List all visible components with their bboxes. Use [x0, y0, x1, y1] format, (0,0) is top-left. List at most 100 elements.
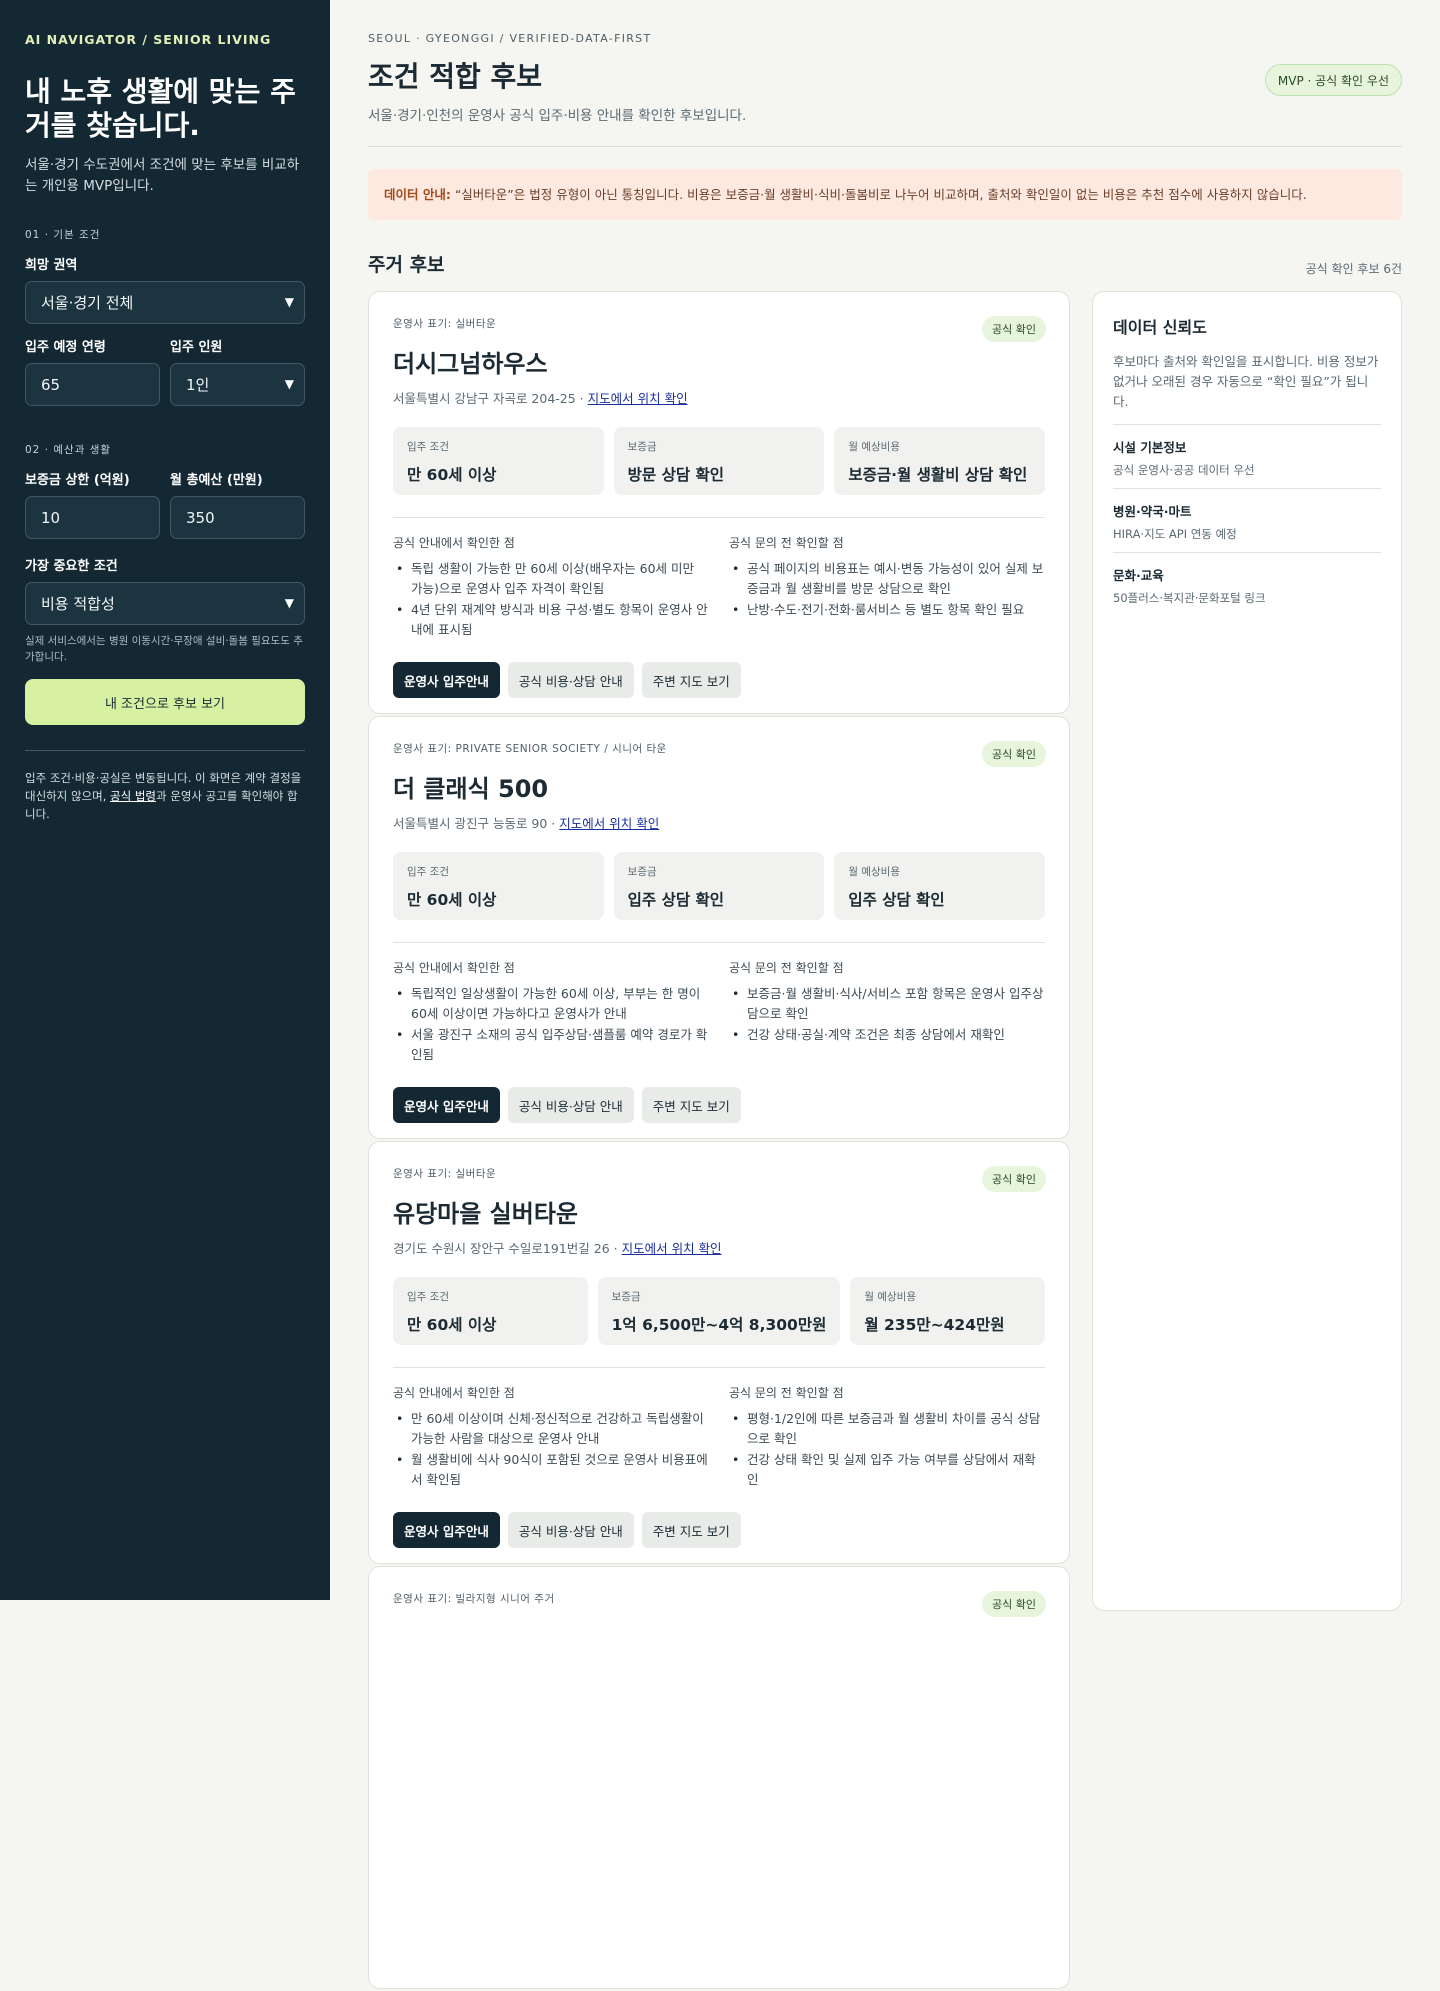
- notice-text: “실버타운”은 법정 유형이 아닌 통칭입니다. 비용은 보증금·월 생활비·식…: [450, 187, 1307, 202]
- fact-deposit: 보증금 1억 6,500만~4억 8,300만원: [597, 1277, 841, 1345]
- people-label: 입주 인원: [170, 340, 223, 355]
- sidebar-disclaimer: 입주 조건·비용·공실은 변동됩니다. 이 화면은 계약 결정을 대신하지 않으…: [25, 769, 305, 823]
- reliability-item-value: 공식 운영사·공공 데이터 우선: [1113, 463, 1255, 477]
- confirmed-notes: 공식 안내에서 확인한 점 만 60세 이상이며 신체·정신적으로 건강하고 독…: [393, 1384, 709, 1500]
- candidate-card: 운영사 표기: 빌라지형 시니어 주거 공식 확인: [368, 1566, 1070, 1989]
- fact-deposit: 보증금 방문 상담 확인: [613, 427, 825, 495]
- map-link[interactable]: 지도에서 위치 확인: [559, 816, 659, 831]
- region-label: 희망 권역: [25, 258, 78, 273]
- check-heading: 공식 문의 전 확인할 점: [729, 1386, 844, 1400]
- fact-monthly-cost: 월 예상비용 보증금·월 생활비 상담 확인: [834, 427, 1046, 495]
- fact-deposit: 보증금입주 상담 확인: [613, 852, 825, 920]
- reliability-item-value: 50플러스·복지관·문화포털 링크: [1113, 591, 1266, 605]
- confirmed-notes: 공식 안내에서 확인한 점 독립 생활이 가능한 만 60세 이상(배우자는 6…: [393, 534, 709, 650]
- age-input-value: 65: [41, 375, 61, 394]
- show-candidates-button[interactable]: 내 조건으로 후보 보기: [25, 679, 305, 725]
- reliability-item-title: 병원·약국·마트: [1113, 504, 1192, 519]
- list-item: 건강 상태·공실·계약 조건은 최종 상담에서 재확인: [729, 1025, 1045, 1045]
- official-law-link[interactable]: 공식 법령: [110, 789, 156, 803]
- notice-label: 데이터 안내:: [384, 187, 451, 202]
- monthly-label: 월 총예산 (만원): [170, 473, 263, 488]
- people-select[interactable]: 1인 ▼: [170, 363, 305, 406]
- fact-key: 보증금: [627, 866, 657, 878]
- nearby-map-button[interactable]: 주변 지도 보기: [641, 1087, 741, 1123]
- map-link[interactable]: 지도에서 위치 확인: [622, 1241, 722, 1256]
- check-heading: 공식 문의 전 확인할 점: [729, 961, 844, 975]
- operator-label: 운영사 표기: 빌라지형 시니어 주거: [393, 1593, 555, 1605]
- candidate-title: 더 클래식 500: [393, 775, 549, 803]
- region-select-value: 서울·경기 전체: [41, 294, 134, 312]
- page-title: 조건 적합 후보: [368, 60, 543, 93]
- page-subtitle: 서울·경기·인천의 운영사 공식 입주·비용 안내를 확인한 후보입니다.: [368, 108, 747, 124]
- card-divider: [393, 1367, 1045, 1368]
- list-item: 월 생활비에 식사 90식이 포함된 것으로 운영사 비용표에서 확인됨: [393, 1450, 709, 1490]
- candidate-title: 더시그넘하우스: [393, 350, 548, 378]
- list-item: 평형·1/2인에 따른 보증금과 월 생활비 차이를 공식 상담으로 확인: [729, 1409, 1045, 1449]
- fact-eligibility: 입주 조건 만 60세 이상: [393, 427, 604, 495]
- age-label: 입주 예정 연령: [25, 340, 106, 355]
- candidate-card: 운영사 표기: 실버타운 공식 확인 유당마을 실버타운 경기도 수원시 장안구…: [368, 1141, 1070, 1564]
- candidate-card: 운영사 표기: PRIVATE SENIOR SOCIETY / 시니어 타운 …: [368, 716, 1070, 1139]
- candidate-title: 유당마을 실버타운: [393, 1200, 578, 1228]
- fact-key: 보증금: [627, 441, 657, 453]
- operator-label: 운영사 표기: PRIVATE SENIOR SOCIETY / 시니어 타운: [393, 743, 667, 755]
- list-item: 4년 단위 재계약 방식과 비용 구성·별도 항목이 운영사 안내에 표시됨: [393, 600, 709, 640]
- candidates-heading: 주거 후보: [368, 254, 445, 276]
- monthly-input[interactable]: 350: [170, 496, 305, 539]
- fact-monthly-cost: 월 예상비용 월 235만~424만원: [850, 1277, 1045, 1345]
- chevron-down-icon: ▼: [284, 295, 294, 309]
- sidebar-title: 내 노후 생활에 맞는 주거를 찾습니다.: [25, 75, 296, 142]
- list-item: 난방·수도·전기·전화·룸서비스 등 별도 항목 확인 필요: [729, 600, 1045, 620]
- data-reliability-panel: 데이터 신뢰도 후보마다 출처와 확인일을 표시합니다. 비용 정보가 없거나 …: [1092, 291, 1402, 1611]
- sidebar-description: 서울·경기 수도권에서 조건에 맞는 후보를 비교하는 개인용 MVP입니다.: [25, 157, 300, 194]
- priority-select-value: 비용 적합성: [41, 595, 115, 613]
- deposit-input-value: 10: [41, 508, 61, 527]
- priority-select[interactable]: 비용 적합성 ▼: [25, 582, 305, 625]
- region-select[interactable]: 서울·경기 전체 ▼: [25, 281, 305, 324]
- fact-value: 입주 상담 확인: [627, 891, 725, 909]
- age-input[interactable]: 65: [25, 363, 160, 406]
- confirmed-heading: 공식 안내에서 확인한 점: [393, 961, 515, 975]
- address-text: 서울특별시 광진구 능동로 90 ·: [393, 816, 560, 831]
- reliability-item-title: 시설 기본정보: [1113, 440, 1187, 455]
- map-link[interactable]: 지도에서 위치 확인: [588, 391, 688, 406]
- fact-key: 입주 조건: [407, 1291, 449, 1303]
- check-heading: 공식 문의 전 확인할 점: [729, 536, 844, 550]
- fact-eligibility: 입주 조건만 60세 이상: [393, 1277, 588, 1345]
- deposit-input[interactable]: 10: [25, 496, 160, 539]
- operator-guide-button[interactable]: 운영사 입주안내: [393, 1512, 500, 1548]
- nearby-map-button[interactable]: 주변 지도 보기: [641, 1512, 741, 1548]
- candidates-count: 공식 확인 후보 6건: [1305, 262, 1402, 276]
- section-basic-label: 01 · 기본 조건: [25, 229, 101, 241]
- check-notes: 공식 문의 전 확인할 점 공식 페이지의 비용표는 예시·변동 가능성이 있어…: [729, 534, 1045, 650]
- cost-consult-button[interactable]: 공식 비용·상담 안내: [507, 1512, 634, 1548]
- list-item: 보증금·월 생활비·식사/서비스 포함 항목은 운영사 입주상담으로 확인: [729, 984, 1045, 1024]
- sidebar-hint: 실제 서비스에서는 병원 이동시간·무장애 설비·돌봄 필요도도 추가합니다.: [25, 635, 303, 663]
- reliability-item: 병원·약국·마트 HIRA·지도 API 연동 예정: [1113, 488, 1381, 552]
- confirmed-notes: 공식 안내에서 확인한 점 독립적인 일상생활이 가능한 60세 이상, 부부는…: [393, 959, 709, 1075]
- verified-badge: 공식 확인: [982, 741, 1046, 767]
- list-item: 독립적인 일상생활이 가능한 60세 이상, 부부는 한 명이 60세 이상이면…: [393, 984, 709, 1024]
- operator-guide-button[interactable]: 운영사 입주안내: [393, 662, 500, 698]
- fact-key: 월 예상비용: [848, 866, 900, 878]
- check-notes: 공식 문의 전 확인할 점 평형·1/2인에 따른 보증금과 월 생활비 차이를…: [729, 1384, 1045, 1500]
- address-text: 서울특별시 강남구 자곡로 204-25 ·: [393, 391, 588, 406]
- address-text: 경기도 수원시 장안구 수일로191번길 26 ·: [393, 1241, 622, 1256]
- fact-value: 만 60세 이상: [407, 1316, 497, 1334]
- verified-badge: 공식 확인: [982, 1591, 1046, 1617]
- sidebar: AI NAVIGATOR / SENIOR LIVING 내 노후 생활에 맞는…: [0, 0, 330, 1600]
- people-select-value: 1인: [186, 376, 210, 394]
- cost-consult-button[interactable]: 공식 비용·상담 안내: [507, 662, 634, 698]
- nearby-map-button[interactable]: 주변 지도 보기: [641, 662, 741, 698]
- priority-label: 가장 중요한 조건: [25, 559, 118, 574]
- list-item: 서울 광진구 소재의 공식 입주상담·샘플룸 예약 경로가 확인됨: [393, 1025, 709, 1065]
- fact-key: 월 예상비용: [848, 441, 900, 453]
- operator-guide-button[interactable]: 운영사 입주안내: [393, 1087, 500, 1123]
- verified-badge: 공식 확인: [982, 316, 1046, 342]
- section-budget-label: 02 · 예산과 생활: [25, 444, 112, 456]
- sidebar-divider: [25, 750, 305, 751]
- reliability-item-value: HIRA·지도 API 연동 예정: [1113, 527, 1237, 541]
- confirmed-heading: 공식 안내에서 확인한 점: [393, 536, 515, 550]
- card-divider: [393, 942, 1045, 943]
- cost-consult-button[interactable]: 공식 비용·상담 안내: [507, 1087, 634, 1123]
